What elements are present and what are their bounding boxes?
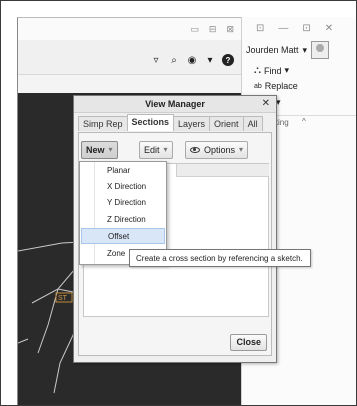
close-window-icon[interactable]: ✕ [325,23,333,34]
chevron-down-icon: ▾ [163,145,168,154]
appearance-icon[interactable]: ◉ [186,54,198,66]
replace-label: Replace [264,81,298,91]
title-bar: ▭ ⊟ ⊠ [18,18,242,40]
menu-item-planar[interactable]: Planar [81,163,165,179]
find-label: Find [264,65,282,76]
tab-layers[interactable]: Layers [173,116,211,131]
chevron-down-icon: ▾ [239,145,244,154]
dialog-title-bar[interactable]: View Manager ✕ [74,96,276,113]
chevron-down-icon: ▾ [284,65,290,75]
minimize-icon[interactable]: — [278,23,288,34]
user-name: Jourden Matt [246,45,299,55]
new-button[interactable]: New ▾ [81,141,118,159]
dialog-title: View Manager [145,99,205,109]
tab-simp-rep[interactable]: Simp Rep [78,116,128,131]
dropdown-arrow-icon[interactable]: ▿ [150,54,162,66]
ribbon-window-controls: ⊡ — ⊡ ✕ [256,23,333,34]
binoculars-icon: ⛬ [254,65,261,76]
menu-item-z-direction[interactable]: Z Direction [81,212,165,228]
chevron-down-icon: ▾ [108,145,113,154]
tab-sections[interactable]: Sections [126,114,175,131]
minimize-icon[interactable]: ▭ [190,24,199,35]
collapse-ribbon-icon[interactable]: ^ [302,117,306,126]
menu-item-x-direction[interactable]: X Direction [81,179,165,195]
close-window-icon[interactable]: ⊠ [226,24,234,35]
options-label: Options [204,145,236,155]
screenshot-frame: ▭ ⊟ ⊠ ▿ ⌕ ◉ ▾ ? ST ⊡ — ⊡ ✕ Jourden Matt … [0,0,357,406]
user-account[interactable]: Jourden Matt ▾ [246,41,330,59]
menu-item-y-direction[interactable]: Y Direction [81,195,165,211]
edit-button[interactable]: Edit ▾ [139,141,173,159]
options-button[interactable]: Options ▾ [185,141,249,159]
tab-orient[interactable]: Orient [209,116,244,131]
tab-all[interactable]: All [242,116,263,131]
datum-label: ST [58,295,68,302]
chevron-down-icon[interactable]: ▾ [204,54,216,66]
close-icon[interactable]: ✕ [262,96,270,112]
list-column-header [176,164,269,177]
close-button[interactable]: Close [230,334,267,351]
restore-icon[interactable]: ⊡ [302,23,310,34]
find-button[interactable]: ⛬ Find ▾ [254,65,289,76]
replace-icon: ab [254,82,262,90]
ribbon-options-icon[interactable]: ⊡ [256,23,264,34]
search-icon[interactable]: ⌕ [168,54,180,66]
tooltip: Create a cross section by referencing a … [129,249,311,267]
tab-strip: Simp Rep Sections Layers Orient All [78,114,263,131]
restore-icon[interactable]: ⊟ [209,24,217,35]
menu-item-offset[interactable]: Offset [81,228,165,244]
quick-access-bar: ▿ ⌕ ◉ ▾ ? [18,40,242,75]
window-controls: ▭ ⊟ ⊠ [190,24,234,35]
edit-label: Edit [144,145,160,155]
avatar[interactable] [311,41,330,59]
new-label: New [86,145,105,155]
help-icon[interactable]: ? [222,54,234,66]
user-caret-icon: ▾ [302,44,308,55]
replace-button[interactable]: ab Replace [254,81,298,91]
eye-icon [190,147,200,153]
